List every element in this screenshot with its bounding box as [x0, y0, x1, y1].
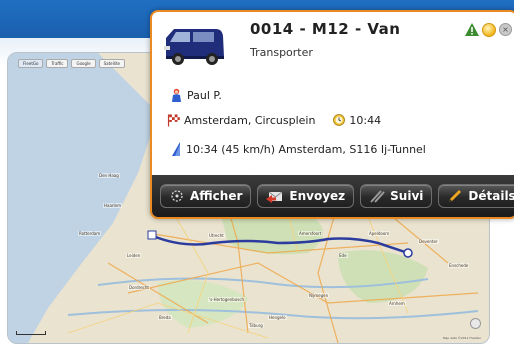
- map-tab-google[interactable]: Google: [71, 59, 96, 68]
- popup-toolbar: Afficher Envoyez Suivi Détails: [152, 175, 514, 217]
- driver-row: Paul P.: [170, 88, 222, 102]
- map-city-label: Dordrecht: [128, 285, 150, 290]
- details-button[interactable]: Détails: [438, 184, 514, 208]
- map-city-label: Hengelo: [268, 315, 287, 320]
- map-tab-fleetgo[interactable]: FleetGo: [18, 59, 44, 68]
- map-city-label: Ede: [338, 253, 348, 258]
- direction-arrow-icon: [172, 142, 180, 156]
- vehicle-info-popup: 0014 - M12 - Van Transporter × Paul P. A…: [150, 10, 514, 219]
- map-city-label: Amersfoort: [298, 231, 323, 236]
- follow-track-icon: [370, 190, 385, 203]
- follow-button-label: Suivi: [390, 189, 424, 203]
- map-tab-satellite[interactable]: Satellite: [98, 59, 125, 68]
- follow-button[interactable]: Suivi: [360, 184, 433, 208]
- map-tabs: FleetGo Traffic Google Satellite: [18, 59, 125, 68]
- person-icon: [172, 88, 181, 102]
- map-city-label: Nijmegen: [308, 293, 330, 298]
- location-row: Amsterdam, Circusplein 10:44: [167, 113, 381, 127]
- send-mail-icon: [266, 191, 283, 203]
- location-time: 10:44: [349, 113, 382, 127]
- route-text: 10:34 (45 km/h) Amsterdam, S116 Ij-Tunne…: [186, 142, 426, 156]
- map-scale-bar: [16, 331, 46, 335]
- details-button-label: Détails: [468, 189, 514, 203]
- map-zoom-icon[interactable]: [470, 318, 481, 329]
- send-button-label: Envoyez: [289, 189, 346, 203]
- map-city-label: Rotterdam: [78, 231, 102, 236]
- show-button[interactable]: Afficher: [160, 184, 252, 208]
- clock-icon: [333, 114, 346, 126]
- vehicle-title: 0014 - M12 - Van: [250, 20, 401, 38]
- show-button-label: Afficher: [190, 189, 243, 203]
- driver-name: Paul P.: [187, 88, 222, 102]
- map-city-label: Haarlem: [103, 203, 123, 208]
- popup-header: 0014 - M12 - Van Transporter ×: [152, 12, 514, 72]
- map-city-label: 's-Hertogenbosch: [208, 297, 246, 302]
- map-city-label: Arnhem: [388, 301, 406, 306]
- warning-triangle-icon: [465, 23, 479, 36]
- map-copyright: Map data ©2011 FleetGo: [442, 336, 481, 340]
- pencil-icon: [449, 190, 462, 202]
- popup-window-controls: ×: [465, 23, 512, 37]
- van-icon: [164, 29, 224, 65]
- close-icon[interactable]: ×: [499, 23, 512, 36]
- checkered-flag-icon: [167, 114, 180, 127]
- map-city-label: Den Haag: [98, 173, 120, 178]
- map-tab-traffic[interactable]: Traffic: [46, 59, 69, 68]
- map-city-label: Leiden: [126, 253, 142, 258]
- map-city-label: Deventer: [418, 239, 439, 244]
- route-row: 10:34 (45 km/h) Amsterdam, S116 Ij-Tunne…: [172, 142, 426, 156]
- minimize-icon[interactable]: [482, 23, 496, 37]
- vehicle-type: Transporter: [250, 46, 313, 59]
- map-city-label: Enschede: [448, 263, 470, 268]
- target-icon: [171, 190, 183, 202]
- map-city-label: Breda: [158, 315, 172, 320]
- location-place: Amsterdam, Circusplein: [184, 113, 316, 127]
- map-city-label: Tilburg: [248, 323, 264, 328]
- send-button[interactable]: Envoyez: [257, 184, 355, 208]
- map-city-label: Utrecht: [208, 233, 225, 238]
- map-city-label: Apeldoorn: [368, 231, 391, 236]
